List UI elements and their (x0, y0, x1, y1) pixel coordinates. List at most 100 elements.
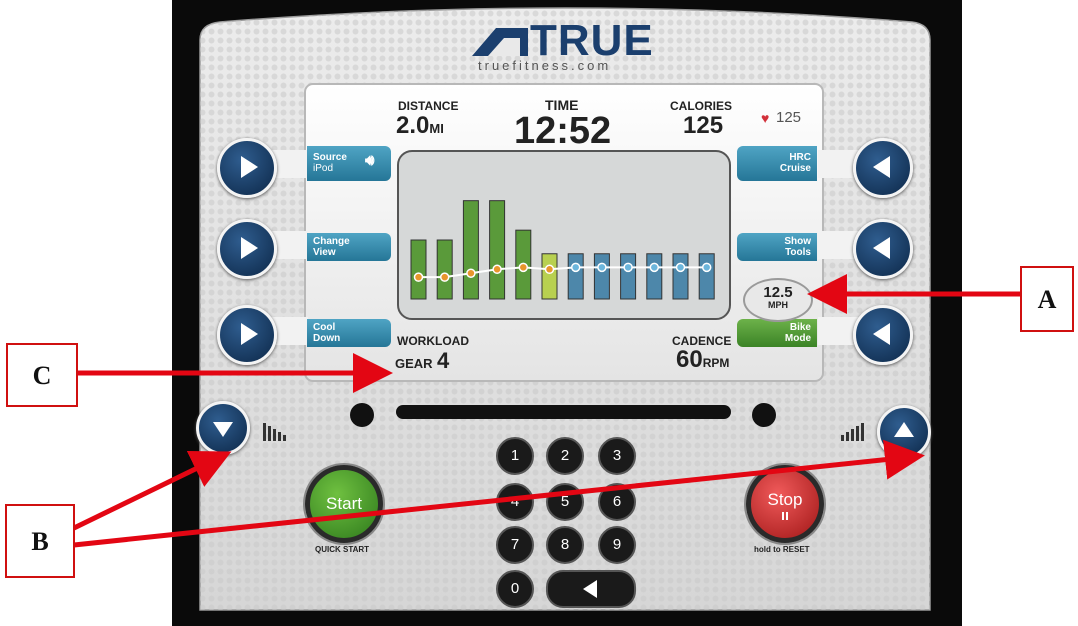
play-right-icon (241, 156, 258, 178)
profile-bar-7 (567, 253, 584, 300)
profile-bar-12 (698, 253, 715, 300)
intensity-point-11 (675, 262, 686, 273)
callout-box-a: A (1020, 266, 1074, 332)
cadence-display: 60RPM (676, 346, 729, 374)
profile-bar-8 (593, 253, 610, 300)
intensity-point-3 (466, 268, 476, 278)
intensity-point-4 (492, 264, 502, 275)
cool-down-tab[interactable]: Cool Down (307, 319, 391, 347)
calories-label: CALORIES (670, 99, 733, 113)
key-0[interactable]: 0 (496, 570, 534, 608)
incline-down-button[interactable] (196, 401, 250, 455)
source-button[interactable] (217, 138, 277, 198)
change-view-button[interactable] (217, 219, 277, 279)
show-tools-button[interactable] (853, 219, 913, 279)
hrc-cruise-button[interactable] (853, 138, 913, 198)
source-tab-line2: iPod (313, 163, 334, 174)
cadence-value: 60 (676, 346, 703, 373)
intensity-point-10 (649, 262, 660, 273)
cool-down-line1: Cool (313, 322, 336, 333)
gear-value: 4 (437, 348, 450, 373)
key-8[interactable]: 8 (546, 526, 584, 564)
logo-mark-icon (472, 28, 528, 56)
hrc-line2: Cruise (779, 163, 811, 174)
callout-box-c: C (6, 343, 78, 407)
show-tools-tab[interactable]: Show Tools (737, 233, 817, 261)
stop-button[interactable]: Stop (746, 465, 824, 543)
change-view-line2: View (313, 247, 336, 258)
profile-bar-11 (672, 253, 689, 300)
callout-label-c: C (32, 361, 52, 390)
cadence-unit: RPM (702, 356, 730, 370)
key-6[interactable]: 6 (598, 483, 636, 521)
intensity-point-9 (623, 262, 633, 273)
key-3[interactable]: 3 (598, 437, 636, 475)
brand-url: truefitness.com (478, 58, 612, 73)
incline-up-button[interactable] (877, 405, 931, 459)
callout-box-b: B (5, 504, 75, 578)
distance-label: DISTANCE (398, 99, 459, 113)
pause-icon (782, 512, 784, 520)
change-view-tab[interactable]: Change View (307, 233, 391, 261)
play-left-icon (873, 237, 890, 259)
profile-bar-2 (436, 239, 453, 300)
intensity-point-5 (518, 262, 529, 273)
quick-start-label: QUICK START (315, 545, 370, 554)
heart-rate-value: 125 (776, 109, 802, 126)
profile-bar-10 (646, 253, 663, 300)
key-2[interactable]: 2 (546, 437, 584, 475)
profile-bar-9 (620, 253, 637, 300)
intensity-point-12 (701, 262, 712, 273)
play-right-icon (241, 323, 258, 345)
distance-number: 2.0 (396, 112, 430, 139)
backspace-key[interactable] (546, 570, 636, 608)
bike-mode-tab[interactable]: Bike Mode (737, 319, 817, 347)
arrow-up-icon (894, 422, 914, 437)
cool-down-button[interactable] (217, 305, 277, 365)
time-value: 12:52 (514, 110, 612, 152)
hold-to-reset-label: hold to RESET (754, 545, 810, 554)
start-label: Start (326, 494, 362, 513)
speed-unit: MPH (768, 300, 788, 310)
backspace-arrow-icon (583, 580, 597, 598)
profile-bar-3 (462, 200, 479, 300)
bike-mode-line1: Bike (789, 322, 811, 333)
true-logo: TRUE truefitness.com (468, 16, 668, 73)
heart-icon: ♥ (761, 110, 770, 126)
intensity-point-6 (544, 264, 555, 275)
distance-unit: MI (429, 121, 444, 136)
hrc-line1: HRC (789, 152, 811, 163)
workout-profile-chart (410, 200, 715, 300)
profile-bar-6 (541, 253, 558, 300)
callout-label-a: A (1037, 285, 1057, 314)
incline-down-icon (262, 422, 287, 442)
cool-down-line2: Down (313, 333, 341, 344)
speed-badge: 12.5 MPH (743, 278, 813, 322)
key-4[interactable]: 4 (496, 483, 534, 521)
key-1[interactable]: 1 (496, 437, 534, 475)
hrc-cruise-tab[interactable]: HRC Cruise (737, 146, 817, 181)
play-left-icon (873, 323, 890, 345)
show-tools-line2: Tools (785, 247, 811, 258)
start-button[interactable]: Start (305, 465, 383, 543)
gear-label: GEAR (395, 356, 433, 371)
profile-bar-4 (489, 200, 506, 300)
speed-value: 12.5 (763, 284, 793, 301)
stop-label: Stop (767, 490, 803, 509)
gear-display: GEAR 4 (395, 348, 449, 374)
play-left-icon (873, 156, 890, 178)
key-9[interactable]: 9 (598, 526, 636, 564)
intensity-point-8 (597, 262, 607, 273)
intensity-point-7 (570, 262, 581, 273)
key-7[interactable]: 7 (496, 526, 534, 564)
play-right-icon (241, 237, 258, 259)
source-tab-line1: Source (313, 152, 347, 163)
distance-value: 2.0MI (396, 112, 444, 140)
bike-mode-button[interactable] (853, 305, 913, 365)
calories-value: 125 (683, 112, 724, 139)
incline-up-icon (840, 422, 865, 442)
bike-mode-line2: Mode (784, 333, 811, 344)
callout-label-b: B (31, 527, 49, 556)
key-5[interactable]: 5 (546, 483, 584, 521)
source-ipod-tab[interactable]: Source iPod 🔊︎ (307, 146, 391, 181)
